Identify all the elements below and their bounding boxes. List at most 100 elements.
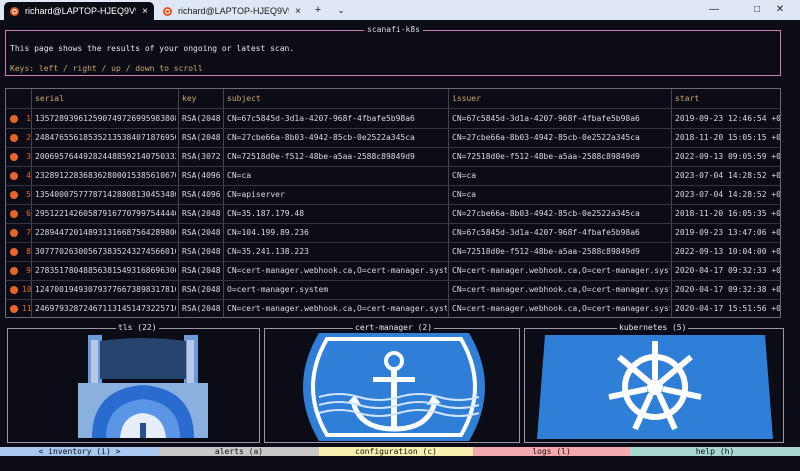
tab-terminal-1[interactable]: richard@LAPTOP-HJEQ9V9G: × [4,2,154,20]
cell-start: 2019-09-23 12:46:54 +0 [675,114,781,123]
cell-key: RSA(2048) [182,228,222,237]
certificate-table[interactable]: serial key subject issuer start 1 1357289… [5,88,781,318]
cell-subject: CN=cert-manager.webhook.ca,O=cert-manage… [227,304,447,313]
new-tab-button[interactable]: + [311,2,325,18]
row-index: 10 [22,285,31,294]
row-index: 9 [26,266,31,275]
minimize-button[interactable]: — [694,0,734,20]
cell-issuer: CN=67c5845d-3d1a-4207-968f-4fbafe5b98a6 [452,114,640,123]
cell-key: RSA(2048) [182,209,222,218]
row-index: 11 [22,304,31,313]
column-header-issuer[interactable]: issuer [452,89,670,108]
table-row[interactable]: 7 228944720148931316687564289800 RSA(2048)… [6,223,781,243]
cell-start: 2023-07-04 14:28:52 +0 [675,190,781,199]
status-dot-icon [10,134,18,142]
cell-key: RSA(4096) [182,171,222,180]
nav-configuration[interactable]: configuration (c) [319,447,473,456]
cell-serial: 232891228368362800015385610670 [35,171,176,180]
status-dot-icon [10,248,18,256]
page-description: This page shows the results of your ongo… [10,44,295,53]
cell-key: RSA(4096) [182,190,222,199]
cell-subject: O=cert-manager.system [227,285,329,294]
close-tab-icon[interactable]: × [295,6,301,17]
table-row[interactable]: 1 135728939612590749726995983808 RSA(2048)… [6,109,781,129]
status-dot-icon [10,305,18,313]
table-row[interactable]: 2 248476556185352135384071876950 RSA(2048)… [6,128,781,148]
cell-subject: CN=ca [227,171,252,180]
status-dot-icon [10,191,18,199]
row-index: 7 [26,228,31,237]
panel-kubernetes[interactable]: kubernetes (5) [524,323,784,443]
cell-serial: 246979328724671131451473225710 [35,304,176,313]
chevron-down-icon[interactable]: ⌄ [334,2,348,18]
nav-help[interactable]: help (h) [630,447,800,456]
row-index: 8 [26,247,31,256]
table-row[interactable]: 9 278351780488563815493168696300 RSA(2048)… [6,261,781,281]
status-dot-icon [10,267,18,275]
cell-issuer: CN=ca [452,171,477,180]
cell-subject: CN=apiserver [227,190,285,199]
table-header-row: serial key subject issuer start [6,89,780,109]
table-row[interactable]: 6 295122142605879167707997544440 RSA(2048)… [6,204,781,224]
cell-start: 2020-04-17 09:32:38 +0 [675,285,781,294]
cell-key: RSA(2048) [182,304,222,313]
page-title: scanafi-k8s [364,25,423,34]
cell-subject: CN=35.241.138.223 [227,247,309,256]
cell-subject: CN=67c5845d-3d1a-4207-968f-4fbafe5b98a6 [227,114,415,123]
cell-serial: 135400075777871428808130453480 [35,190,176,199]
table-row[interactable]: 4 232891228368362800015385610670 RSA(4096)… [6,166,780,186]
column-header-subject[interactable]: subject [227,89,447,108]
close-tab-icon[interactable]: × [142,6,148,17]
title-bar: richard@LAPTOP-HJEQ9V9G: × richard@LAPTO… [0,0,800,20]
cell-key: RSA(3072) [182,152,222,161]
table-row[interactable]: 11 246979328724671131451473225710 RSA(2048… [6,299,781,317]
row-index: 6 [26,209,31,218]
cell-subject: CN=35.187.179.48 [227,209,305,218]
table-row[interactable]: 8 307770263005673835243274566010 RSA(2048)… [6,242,780,262]
nav-logs[interactable]: logs (l) [473,447,630,456]
panel-cert-manager[interactable]: cert-manager (2) [264,323,520,443]
column-header-key[interactable]: key [182,89,222,108]
ubuntu-icon [10,6,19,16]
tab-title: richard@LAPTOP-HJEQ9V9G: ~ [178,6,289,16]
cell-key: RSA(2048) [182,266,222,275]
cell-start: 2020-04-17 09:32:33 +0 [675,266,781,275]
cell-serial: 124700194930793776673898317810 [35,285,176,294]
cell-issuer: CN=27cbe66a-8b03-4942-85cb-0e2522a345ca [452,209,640,218]
cell-serial: 248476556185352135384071876950 [35,133,176,142]
cell-key: RSA(2048) [182,114,222,123]
cell-serial: 278351780488563815493168696300 [35,266,176,275]
cell-issuer: CN=ca [452,190,477,199]
close-window-button[interactable]: ✕ [760,0,800,20]
panel-tls[interactable]: tls (22) [7,323,260,443]
status-dot-icon [10,153,18,161]
panel-title: cert-manager (2) [353,323,435,332]
cell-start: 2020-04-17 15:51:56 +0 [675,304,781,313]
cell-start: 2019-09-23 13:47:06 +0 [675,228,781,237]
cell-serial: 200695764492824488592140750332 [35,152,176,161]
cell-issuer: CN=cert-manager.webhook.ca,O=cert-manage… [452,266,670,275]
status-dot-icon [10,172,18,180]
panel-title: tls (22) [116,323,159,332]
row-index: 5 [26,190,31,199]
nav-alerts[interactable]: alerts (a) [159,447,319,456]
table-row[interactable]: 5 135400075777871428808130453480 RSA(4096)… [6,185,781,205]
cell-serial: 295122142605879167707997544440 [35,209,176,218]
cell-start: 2018-11-20 15:05:15 +0 [675,133,781,142]
cell-key: RSA(2048) [182,133,222,142]
table-row[interactable]: 3 200695764492824488592140750332 RSA(3072)… [6,147,780,167]
column-header-start[interactable]: start [675,89,780,108]
ubuntu-icon [163,6,172,16]
keys-hint: Keys: left / right / up / down to scroll [10,64,203,73]
tab-title: richard@LAPTOP-HJEQ9V9G: [25,6,136,16]
row-index: 3 [26,152,31,161]
cell-start: 2018-11-20 16:05:35 +0 [675,209,781,218]
row-index: 4 [26,171,31,180]
table-row[interactable]: 10 124700194930793776673898317810 RSA(2048… [6,280,781,300]
tab-terminal-2[interactable]: richard@LAPTOP-HJEQ9V9G: ~ × [157,2,307,20]
cell-issuer: CN=72518d0e-f512-48be-a5aa-2588c89849d9 [452,152,640,161]
cell-subject: CN=27cbe66a-8b03-4942-85cb-0e2522a345ca [227,133,415,142]
nav-inventory[interactable]: < inventory (i) > [0,447,159,456]
cell-serial: 307770263005673835243274566010 [35,247,176,256]
column-header-serial[interactable]: serial [35,89,175,108]
